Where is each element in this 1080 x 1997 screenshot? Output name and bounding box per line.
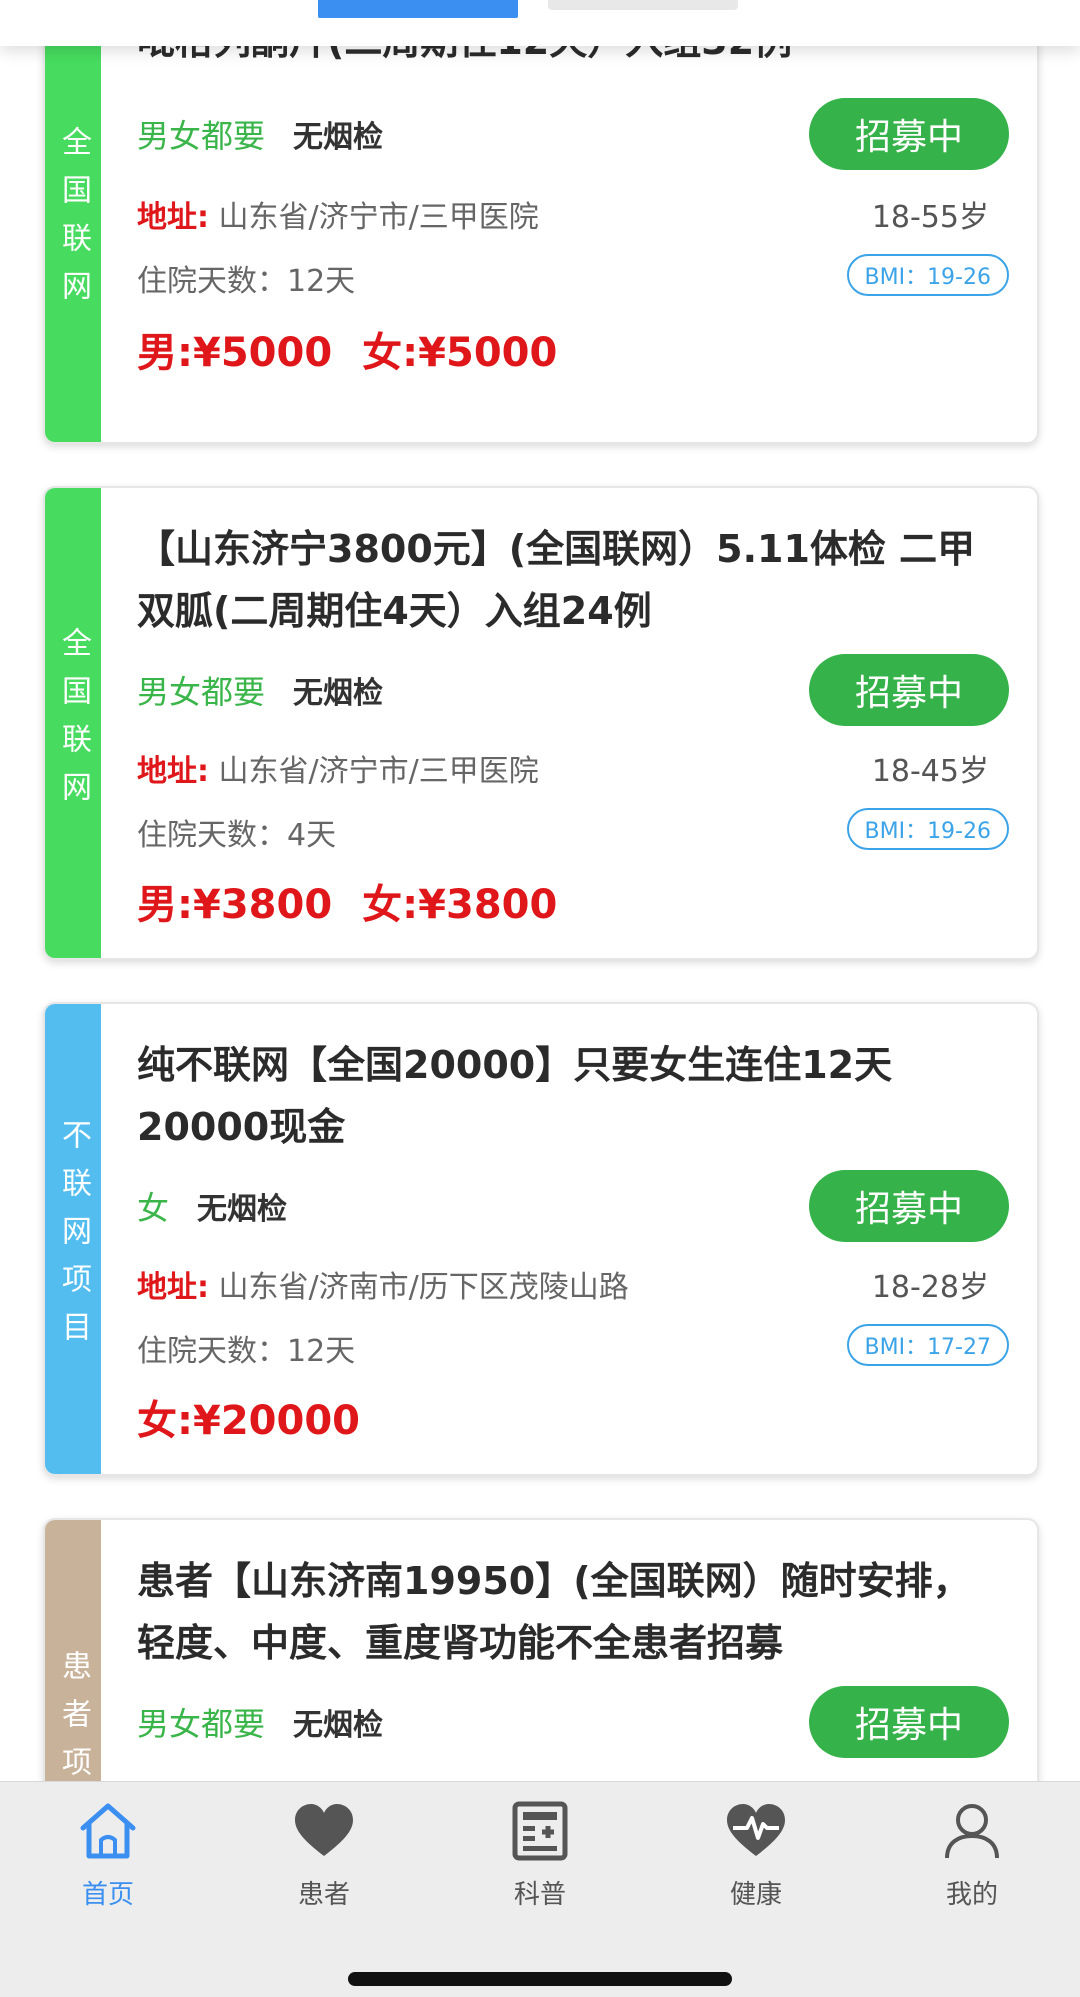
project-tag: 全国联网 — [45, 488, 101, 958]
project-card[interactable]: 全国联网 【山东济宁3800元】(全国联网）5.11体检 二甲双胍(二周期住4天… — [43, 486, 1039, 960]
project-title: 患者【山东济南19950】(全国联网）随时安排，轻度、中度、重度肾功能不全患者招… — [137, 1559, 971, 1665]
recruiting-button[interactable]: 招募中 — [809, 654, 1009, 726]
gender-requirement: 男女都要 — [137, 1705, 266, 1743]
project-address: 地址: 山东省/济宁市/三甲医院 — [137, 200, 539, 235]
project-address: 地址: 山东省/济宁市/三甲医院 — [137, 754, 539, 789]
smoke-check: 无烟检 — [293, 120, 384, 155]
home-indicator[interactable] — [348, 1972, 732, 1986]
tab-inactive-partial[interactable] — [548, 0, 738, 10]
recruiting-button[interactable]: 招募中 — [809, 1686, 1009, 1758]
recruiting-button[interactable]: 招募中 — [809, 98, 1009, 170]
tab-active-partial[interactable] — [318, 0, 518, 18]
project-tag-text: 全国联网 — [56, 627, 91, 819]
price-list: 男:¥3800 女:¥3800 — [137, 872, 557, 930]
price-male: 男:¥5000 — [137, 330, 333, 376]
price-female: 女:¥3800 — [362, 882, 558, 928]
heart-icon — [293, 1800, 355, 1862]
person-icon — [941, 1800, 1003, 1862]
project-requirements: 男女都要 无烟检 — [137, 660, 383, 720]
nav-label-patient: 患者 — [297, 1880, 350, 1910]
nav-label-science: 科普 — [513, 1880, 566, 1910]
bmi-badge: BMI：17-27 — [846, 1324, 1009, 1366]
nav-item-home[interactable]: 首页 — [0, 1782, 216, 1932]
smoke-check: 无烟检 — [197, 1192, 288, 1227]
project-tag-text: 不联网项目 — [56, 1119, 91, 1359]
top-tab-header — [0, 0, 1080, 46]
gender-requirement: 男女都要 — [137, 673, 266, 711]
project-card[interactable]: 全国联网 【山东济宁5000元】(全国联网）5.11体检 盐酸 吡格列酮片(二周… — [43, 0, 1039, 444]
project-requirements: 男女都要 无烟检 — [137, 104, 383, 164]
recruiting-button[interactable]: 招募中 — [809, 1170, 1009, 1242]
smoke-check: 无烟检 — [293, 1708, 384, 1743]
gender-requirement: 男女都要 — [137, 117, 266, 155]
project-requirements: 男女都要 无烟检 — [137, 1692, 383, 1752]
bmi-badge: BMI：19-26 — [846, 254, 1009, 296]
document-icon — [509, 1800, 571, 1862]
age-range: 18-45岁 — [871, 754, 989, 789]
project-title: 【山东济宁3800元】(全国联网）5.11体检 二甲双胍(二周期住4天）入组24… — [137, 527, 976, 633]
smoke-check: 无烟检 — [293, 676, 384, 711]
nav-item-mine[interactable]: 我的 — [864, 1782, 1080, 1932]
age-range: 18-55岁 — [871, 200, 989, 235]
nav-label-health: 健康 — [729, 1880, 782, 1910]
bottom-navigation: 首页 患者 科普 健康 我的 — [0, 1781, 1080, 1997]
nav-item-science[interactable]: 科普 — [432, 1782, 648, 1932]
nav-label-mine: 我的 — [945, 1880, 998, 1910]
price-list: 女:¥20000 — [137, 1388, 360, 1446]
project-tag: 全国联网 — [45, 0, 101, 442]
project-tag-text: 全国联网 — [56, 126, 91, 318]
gender-requirement: 女 — [137, 1189, 170, 1227]
project-requirements: 女 无烟检 — [137, 1176, 287, 1236]
age-range: 18-28岁 — [871, 1270, 989, 1305]
nav-item-health[interactable]: 健康 — [648, 1782, 864, 1932]
project-tag: 不联网项目 — [45, 1004, 101, 1474]
nav-label-home: 首页 — [81, 1880, 134, 1910]
project-title: 纯不联网【全国20000】只要女生连住12天20000现金 — [137, 1043, 893, 1149]
heartbeat-icon — [725, 1800, 787, 1862]
price-male: 男:¥3800 — [137, 882, 333, 928]
project-card[interactable]: 不联网项目 纯不联网【全国20000】只要女生连住12天20000现金 女 无烟… — [43, 1002, 1039, 1476]
hospital-days: 住院天数：4天 — [137, 818, 337, 853]
price-female: 女:¥20000 — [137, 1398, 360, 1444]
price-list: 男:¥5000 女:¥5000 — [137, 320, 557, 378]
hospital-days: 住院天数：12天 — [137, 264, 356, 299]
nav-item-patient[interactable]: 患者 — [216, 1782, 432, 1932]
project-address: 地址: 山东省/济南市/历下区茂陵山路 — [137, 1270, 629, 1305]
bmi-badge: BMI：19-26 — [846, 808, 1009, 850]
hospital-days: 住院天数：12天 — [137, 1334, 356, 1369]
home-icon — [77, 1800, 139, 1862]
price-female: 女:¥5000 — [362, 330, 558, 376]
